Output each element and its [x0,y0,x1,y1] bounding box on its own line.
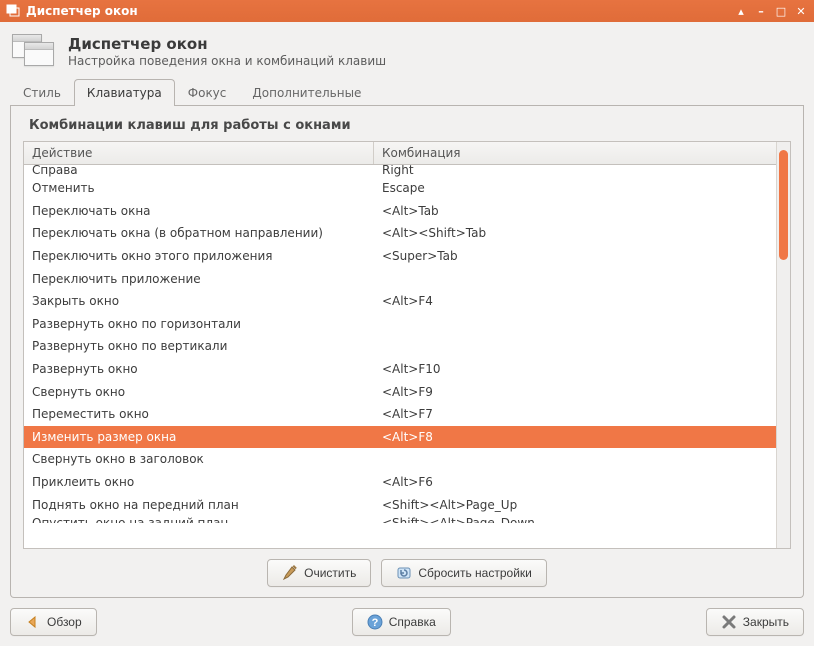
close-dialog-button[interactable]: Закрыть [706,608,804,636]
cell-action: Опустить окно на задний план [24,516,374,523]
cell-combo: <Alt>F7 [374,407,776,421]
cell-action: Свернуть окно в заголовок [24,452,374,466]
cell-combo: <Alt>F10 [374,362,776,376]
shortcuts-table: Действие Комбинация СправаRightОтменитьE… [23,141,791,549]
close-dialog-button-label: Закрыть [743,615,789,629]
cell-action: Справа [24,165,374,177]
table-row[interactable]: Развернуть окно<Alt>F10 [24,358,776,381]
overview-button-label: Обзор [47,615,82,629]
vertical-scrollbar[interactable] [776,142,790,548]
tab-focus[interactable]: Фокус [175,79,240,106]
reset-icon [396,565,412,581]
header-icon [12,34,56,68]
cell-combo: <Alt>F6 [374,475,776,489]
back-arrow-icon [25,614,41,630]
maximize-button[interactable]: □ [774,4,788,18]
window-titlebar: Диспетчер окон ▴ – □ ✕ [0,0,814,22]
tabs: Стиль Клавиатура Фокус Дополнительные [10,78,804,106]
table-row[interactable]: Переключать окна<Alt>Tab [24,200,776,223]
cell-action: Свернуть окно [24,385,374,399]
cell-combo: <Alt>F4 [374,294,776,308]
page-header: Диспетчер окон Настройка поведения окна … [10,30,804,78]
help-button-label: Справка [389,615,436,629]
cell-action: Изменить размер окна [24,430,374,444]
svg-text:?: ? [371,617,378,629]
cell-action: Развернуть окно по горизонтали [24,317,374,331]
cell-action: Поднять окно на передний план [24,498,374,512]
tab-content: Комбинации клавиш для работы с окнами Де… [10,106,804,598]
tab-keyboard[interactable]: Клавиатура [74,79,175,106]
table-row[interactable]: Переместить окно<Alt>F7 [24,403,776,426]
tab-style[interactable]: Стиль [10,79,74,106]
table-row[interactable]: Переключить приложение [24,267,776,290]
cell-combo: <Alt>F9 [374,385,776,399]
page-title: Диспетчер окон [68,35,386,53]
tab-advanced[interactable]: Дополнительные [239,79,374,106]
cell-action: Развернуть окно по вертикали [24,339,374,353]
cell-action: Переключать окна [24,204,374,218]
cell-combo: Escape [374,181,776,195]
cell-combo: Right [374,165,776,177]
column-action[interactable]: Действие [24,142,374,164]
cell-combo: <Shift><Alt>Page_Up [374,498,776,512]
table-row[interactable]: Опустить окно на задний план<Shift><Alt>… [24,516,776,523]
table-row[interactable]: Развернуть окно по вертикали [24,335,776,358]
cell-combo: <Alt>Tab [374,204,776,218]
section-title: Комбинации клавиш для работы с окнами [29,118,791,133]
table-row[interactable]: Переключать окна (в обратном направлении… [24,222,776,245]
table-row[interactable]: Приклеить окно<Alt>F6 [24,471,776,494]
cell-action: Переместить окно [24,407,374,421]
table-row[interactable]: Переключить окно этого приложения<Super>… [24,245,776,268]
column-combo[interactable]: Комбинация [374,142,776,164]
table-row[interactable]: Изменить размер окна<Alt>F8 [24,426,776,449]
table-row[interactable]: СправаRight [24,165,776,177]
minimize-button[interactable]: – [754,4,768,18]
table-row[interactable]: ОтменитьEscape [24,177,776,200]
close-icon [721,614,737,630]
close-button[interactable]: ✕ [794,4,808,18]
table-row[interactable]: Развернуть окно по горизонтали [24,313,776,336]
cell-action: Переключать окна (в обратном направлении… [24,226,374,240]
cell-action: Переключить окно этого приложения [24,249,374,263]
reset-button[interactable]: Сбросить настройки [381,559,546,587]
table-header: Действие Комбинация [24,142,776,165]
cell-action: Закрыть окно [24,294,374,308]
clear-button[interactable]: Очистить [267,559,371,587]
rollup-button[interactable]: ▴ [734,4,748,18]
page-subtitle: Настройка поведения окна и комбинаций кл… [68,54,386,68]
table-row[interactable]: Закрыть окно<Alt>F4 [24,290,776,313]
help-icon: ? [367,614,383,630]
table-row[interactable]: Поднять окно на передний план<Shift><Alt… [24,493,776,516]
overview-button[interactable]: Обзор [10,608,97,636]
cell-combo: <Shift><Alt>Page_Down [374,516,776,523]
cell-combo: <Alt>F8 [374,430,776,444]
table-row[interactable]: Свернуть окно<Alt>F9 [24,380,776,403]
table-row[interactable]: Свернуть окно в заголовок [24,448,776,471]
cell-combo: <Super>Tab [374,249,776,263]
cell-action: Развернуть окно [24,362,374,376]
cell-action: Переключить приложение [24,272,374,286]
cell-action: Отменить [24,181,374,195]
clear-button-label: Очистить [304,566,356,580]
window-title: Диспетчер окон [26,4,734,18]
window-controls: ▴ – □ ✕ [734,4,808,18]
cell-combo: <Alt><Shift>Tab [374,226,776,240]
help-button[interactable]: ? Справка [352,608,451,636]
app-icon [6,4,20,18]
cell-action: Приклеить окно [24,475,374,489]
scrollbar-thumb[interactable] [779,150,788,260]
broom-icon [282,565,298,581]
reset-button-label: Сбросить настройки [418,566,531,580]
